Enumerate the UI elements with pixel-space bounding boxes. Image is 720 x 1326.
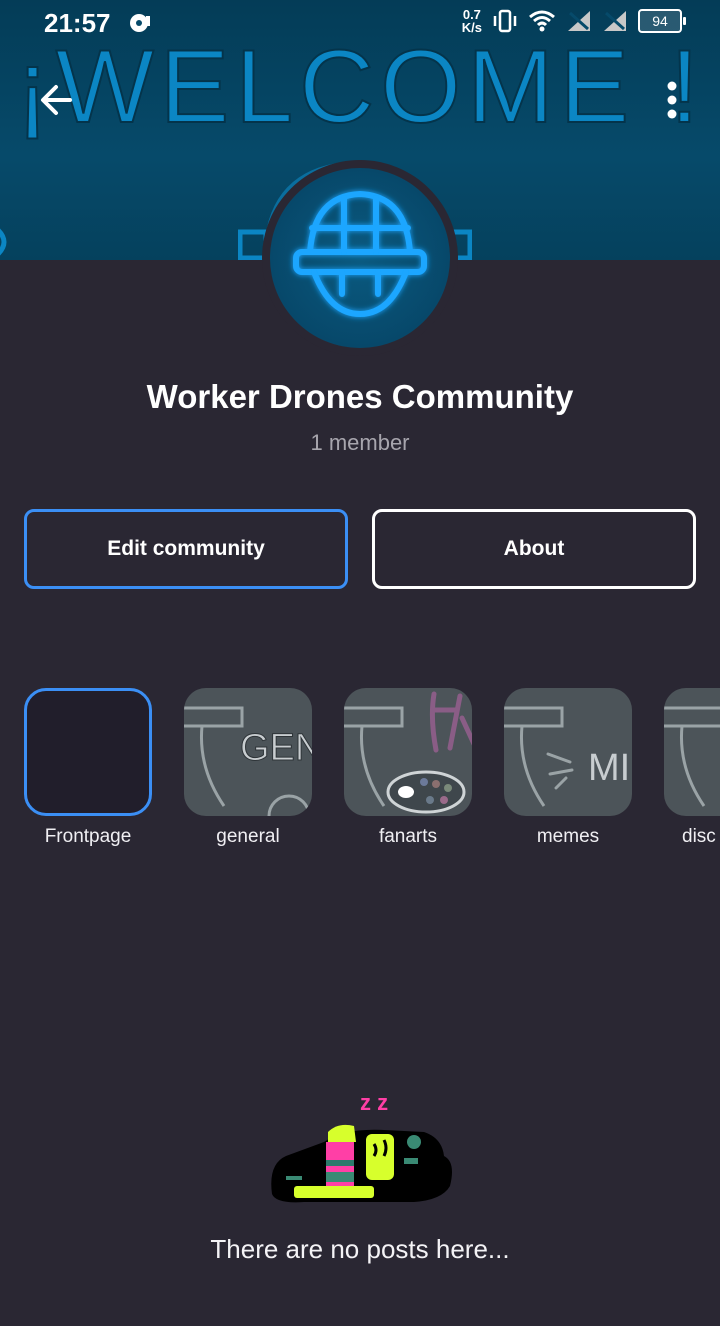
channel-art [344,691,472,814]
channel-label: general [216,826,280,847]
community-title: Worker Drones Community [146,378,574,415]
status-bar: 21:57 0.7 K/s 94 [0,0,720,46]
channel-art: MI [504,706,630,807]
about-button[interactable]: About [372,509,696,589]
vibrate-icon [493,9,517,33]
channel-label: disc [682,826,716,847]
battery-icon: 94 [638,9,686,33]
banner-shape-left [0,228,7,256]
channel-list[interactable]: Frontpage GEN general fanarts MI memes d… [0,688,720,858]
status-icons: 0.7 K/s 94 [462,8,686,34]
channel-label: fanarts [378,826,438,847]
channel-label: memes [536,826,600,847]
channel-thumbnail [664,688,720,816]
back-arrow-icon[interactable] [36,80,76,120]
channel-art [664,706,720,807]
channel-general[interactable]: GEN general [184,688,314,848]
community-avatar[interactable] [262,160,458,356]
channel-art-text: MI [588,747,630,789]
channel-thumbnail [24,688,152,816]
channel-frontpage[interactable]: Frontpage [24,688,154,848]
zz-text: z z [360,1090,388,1115]
empty-state-text: There are no posts here... [210,1234,510,1264]
more-vertical-icon[interactable] [656,80,688,120]
status-time: 21:57 [44,8,111,38]
channel-memes[interactable]: MI memes [504,688,634,848]
channel-label: Frontpage [44,826,132,847]
member-count[interactable]: 1 member [0,430,720,456]
edit-community-button[interactable]: Edit community [24,509,348,589]
avatar-image [270,168,450,348]
channel-art: GEN [184,706,312,816]
net-speed: 0.7 K/s [462,8,482,34]
channel-disc[interactable]: disc [664,688,720,848]
no-sim-icon [604,11,626,31]
channel-thumbnail: MI [504,688,632,816]
channel-thumbnail [344,688,472,816]
media-icon [130,14,150,32]
helmet-logo-icon [293,190,427,318]
channel-thumbnail: GEN [184,688,312,816]
no-sim-icon [568,11,590,31]
channel-fanarts[interactable]: fanarts [344,688,474,848]
sleeping-drone-illustration: z z [271,1090,452,1203]
net-speed-unit: K/s [461,20,482,35]
channel-art-text: GEN [240,727,312,769]
wifi-icon [529,10,555,32]
